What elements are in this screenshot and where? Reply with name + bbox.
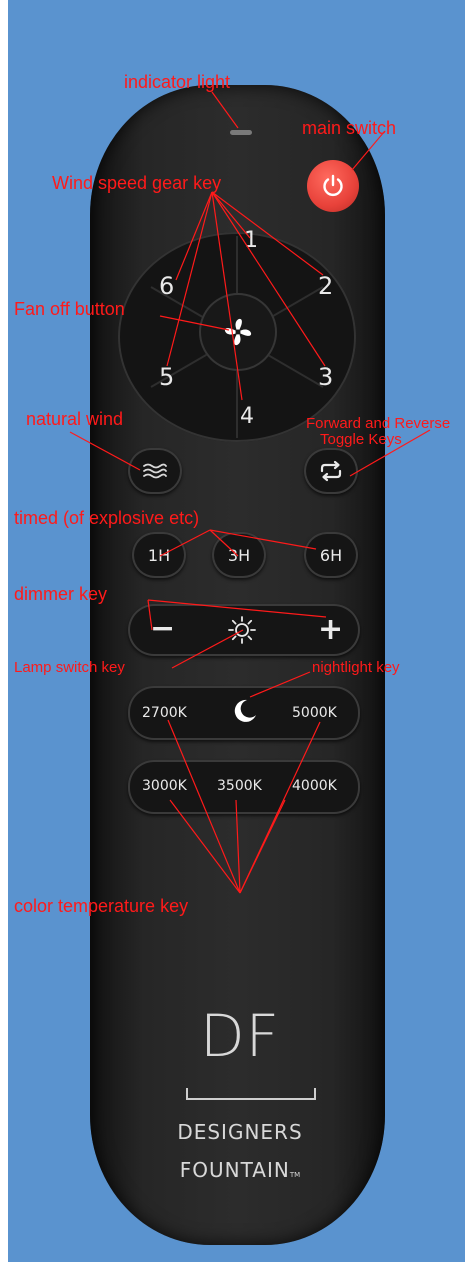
annotation-forward-reverse-line2: Toggle Keys — [320, 431, 402, 448]
annotation-dimmer-key: dimmer key — [14, 584, 108, 604]
annotation-timed: timed (of explosive etc) — [14, 508, 200, 528]
annotation-natural-wind: natural wind — [26, 409, 124, 429]
annotation-main-switch: main switch — [302, 118, 397, 138]
annotation-wind-speed-gear-key: Wind speed gear key — [52, 173, 222, 193]
annotation-lamp-switch-key: Lamp switch key — [14, 659, 125, 676]
annotation-forward-reverse-line1: Forward and Reverse — [306, 415, 451, 432]
annotation-nightlight-key: nightlight key — [312, 659, 400, 676]
annotation-fan-off-button: Fan off button — [14, 299, 125, 319]
annotation-color-temperature-key: color temperature key — [14, 896, 189, 916]
annotation-indicator-light: indicator light — [124, 72, 231, 92]
